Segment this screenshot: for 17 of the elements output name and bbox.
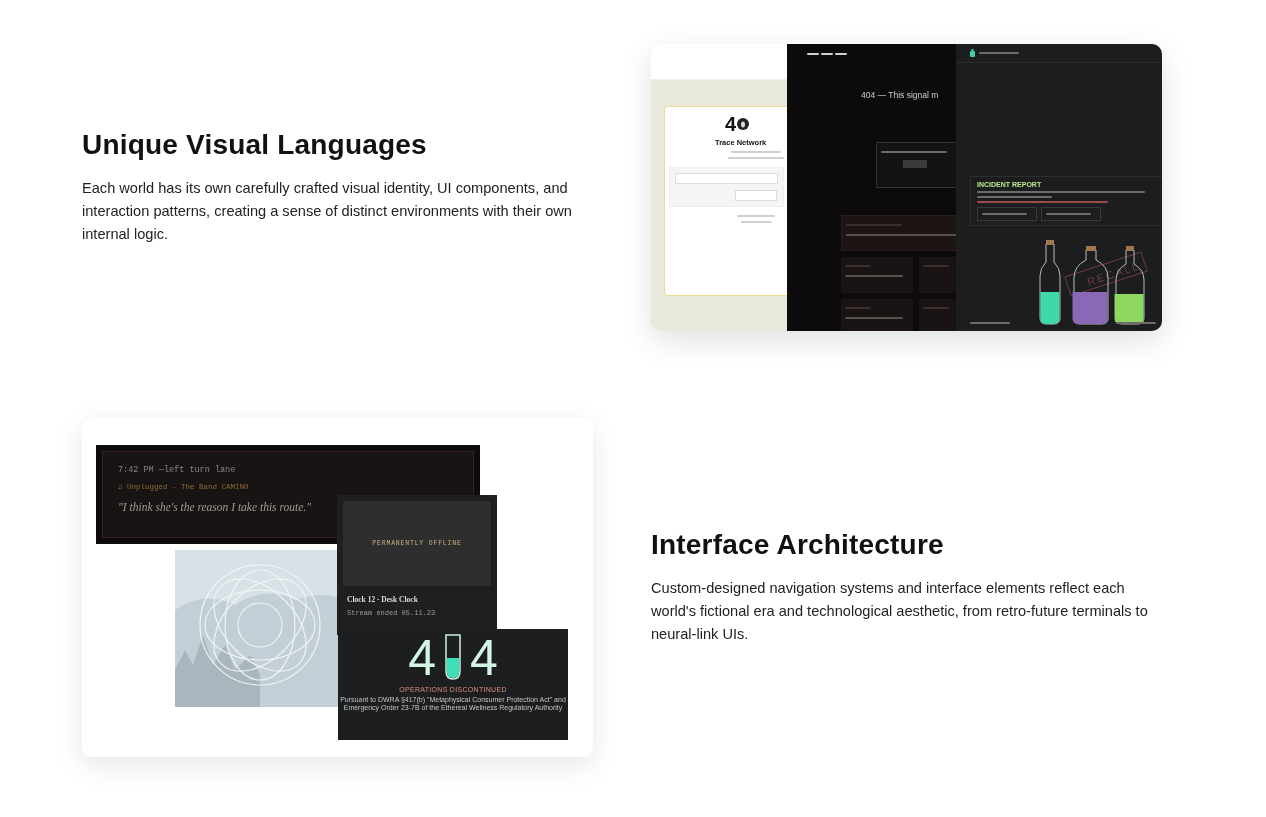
error-heading: 404 — This signal m [861,90,939,100]
input-field[interactable] [675,173,778,184]
time-label: 7:42 PM —left turn lane [118,465,237,475]
section-heading: Interface Architecture [651,529,945,561]
bottle-icon [970,49,975,57]
submit-button[interactable] [735,190,777,201]
report-button[interactable] [1041,207,1101,221]
quote-text: "I think she's the reason I take this route." [118,501,312,513]
section-description: Each world has its own carefully crafted visual identity, UI components, and interaction patterns, creating a sense of distinct environments with their own internal logic. [82,179,573,244]
section-description: Custom-designed navigation systems and interface elements reflect each world's fictional era and technological aesthetic, from retro-future terminals to neural-link UIs. [651,579,1149,644]
report-button[interactable] [977,207,1037,221]
error-digit: 4 [408,636,436,680]
error-digit: 4 [470,636,498,680]
error-digit: 4 [725,113,737,135]
test-tube-icon [444,634,462,680]
section-heading: Unique Visual Languages [82,129,428,161]
answer-button[interactable] [903,160,927,168]
